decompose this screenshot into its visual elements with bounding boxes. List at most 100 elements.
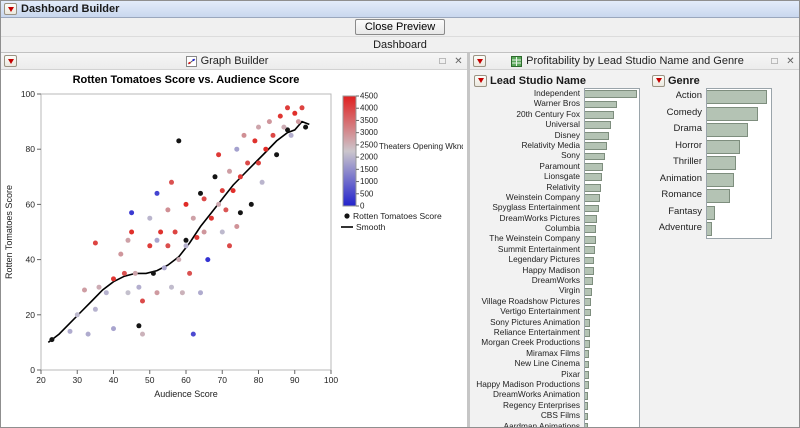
bar[interactable] bbox=[585, 391, 589, 400]
data-point[interactable] bbox=[198, 190, 203, 196]
data-point[interactable] bbox=[292, 110, 298, 116]
data-point[interactable] bbox=[303, 124, 309, 130]
data-point[interactable] bbox=[259, 179, 265, 185]
bar[interactable] bbox=[585, 319, 591, 327]
data-point[interactable] bbox=[281, 124, 287, 130]
data-point[interactable] bbox=[49, 337, 55, 343]
data-point[interactable] bbox=[212, 174, 218, 180]
bar[interactable] bbox=[585, 152, 605, 161]
bar[interactable] bbox=[585, 204, 599, 213]
data-point[interactable] bbox=[183, 201, 189, 207]
bar[interactable] bbox=[585, 423, 588, 427]
bar[interactable] bbox=[707, 222, 713, 237]
bar[interactable] bbox=[585, 225, 597, 234]
data-point[interactable] bbox=[183, 237, 189, 243]
close-preview-button[interactable]: Close Preview bbox=[354, 19, 446, 35]
data-point[interactable] bbox=[216, 152, 222, 158]
data-point[interactable] bbox=[227, 168, 232, 174]
bar[interactable] bbox=[585, 256, 595, 265]
data-point[interactable] bbox=[237, 210, 243, 216]
data-point[interactable] bbox=[172, 229, 178, 235]
data-point[interactable] bbox=[256, 160, 261, 166]
data-point[interactable] bbox=[147, 243, 153, 249]
red-triangle-menu-icon[interactable] bbox=[473, 55, 486, 67]
data-point[interactable] bbox=[154, 237, 160, 243]
data-point[interactable] bbox=[194, 235, 200, 240]
data-point[interactable] bbox=[125, 237, 131, 243]
data-point[interactable] bbox=[150, 270, 156, 276]
red-triangle-menu-icon[interactable] bbox=[474, 74, 487, 87]
maximize-icon[interactable]: □ bbox=[437, 56, 448, 67]
data-point[interactable] bbox=[201, 196, 207, 202]
data-point[interactable] bbox=[248, 201, 254, 207]
bar[interactable] bbox=[585, 402, 589, 410]
data-point[interactable] bbox=[74, 312, 80, 318]
data-point[interactable] bbox=[82, 287, 87, 293]
data-point[interactable] bbox=[219, 188, 225, 194]
data-point[interactable] bbox=[92, 240, 98, 246]
data-point[interactable] bbox=[176, 138, 182, 144]
red-triangle-menu-icon[interactable] bbox=[4, 55, 17, 67]
data-point[interactable] bbox=[288, 132, 294, 138]
bar[interactable] bbox=[585, 131, 609, 140]
data-point[interactable] bbox=[129, 229, 135, 235]
data-point[interactable] bbox=[277, 113, 283, 119]
data-point[interactable] bbox=[165, 243, 171, 249]
bar[interactable] bbox=[585, 287, 593, 296]
data-point[interactable] bbox=[198, 290, 203, 296]
data-point[interactable] bbox=[285, 105, 290, 111]
data-point[interactable] bbox=[227, 243, 232, 249]
bar[interactable] bbox=[585, 121, 611, 130]
bar[interactable] bbox=[707, 90, 767, 105]
data-point[interactable] bbox=[299, 105, 305, 111]
data-point[interactable] bbox=[187, 270, 193, 276]
data-point[interactable] bbox=[118, 251, 124, 257]
data-point[interactable] bbox=[216, 201, 222, 207]
data-point[interactable] bbox=[125, 290, 131, 296]
bar[interactable] bbox=[585, 277, 594, 286]
data-point[interactable] bbox=[274, 152, 280, 158]
data-point[interactable] bbox=[245, 160, 251, 166]
data-point[interactable] bbox=[111, 276, 116, 282]
data-point[interactable] bbox=[237, 174, 243, 180]
data-point[interactable] bbox=[169, 179, 174, 185]
data-point[interactable] bbox=[179, 290, 185, 296]
data-point[interactable] bbox=[158, 229, 164, 235]
bar[interactable] bbox=[707, 189, 731, 204]
data-point[interactable] bbox=[111, 326, 116, 332]
bar[interactable] bbox=[585, 381, 589, 390]
bar[interactable] bbox=[585, 215, 598, 223]
bar[interactable] bbox=[707, 139, 740, 154]
data-point[interactable] bbox=[169, 284, 174, 290]
data-point[interactable] bbox=[223, 207, 229, 213]
data-point[interactable] bbox=[129, 210, 135, 216]
data-point[interactable] bbox=[190, 215, 196, 221]
data-point[interactable] bbox=[256, 124, 261, 130]
bar[interactable] bbox=[585, 194, 600, 202]
bar[interactable] bbox=[585, 267, 594, 275]
data-point[interactable] bbox=[205, 257, 211, 263]
red-triangle-menu-icon[interactable] bbox=[652, 74, 665, 87]
bar[interactable] bbox=[585, 308, 591, 317]
close-icon[interactable]: ✕ bbox=[785, 56, 796, 67]
data-point[interactable] bbox=[252, 138, 258, 144]
data-point[interactable] bbox=[121, 270, 127, 276]
dashboard-tab[interactable]: Dashboard bbox=[1, 37, 799, 53]
data-point[interactable] bbox=[154, 290, 160, 296]
bar[interactable] bbox=[585, 142, 607, 150]
data-point[interactable] bbox=[140, 331, 145, 337]
data-point[interactable] bbox=[270, 132, 276, 138]
data-point[interactable] bbox=[208, 215, 214, 221]
bar[interactable] bbox=[585, 100, 618, 109]
data-point[interactable] bbox=[263, 146, 269, 152]
close-icon[interactable]: ✕ bbox=[453, 56, 464, 67]
bar[interactable] bbox=[707, 156, 736, 171]
data-point[interactable] bbox=[136, 323, 142, 329]
bar[interactable] bbox=[585, 163, 604, 171]
data-point[interactable] bbox=[147, 215, 153, 221]
bar[interactable] bbox=[707, 205, 716, 220]
data-point[interactable] bbox=[201, 229, 207, 235]
data-point[interactable] bbox=[219, 229, 225, 235]
bar[interactable] bbox=[707, 106, 759, 121]
data-point[interactable] bbox=[295, 119, 301, 125]
